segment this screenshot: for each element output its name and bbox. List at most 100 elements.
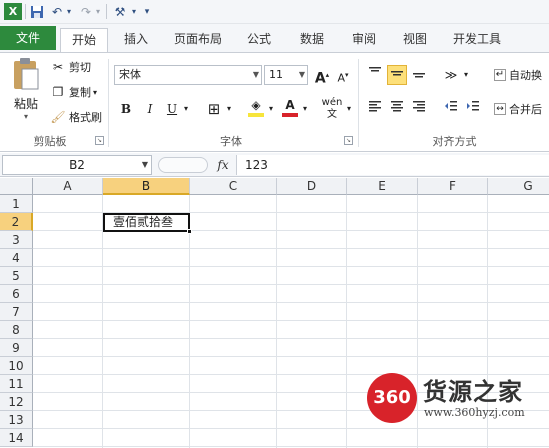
column-header-b[interactable]: B — [103, 178, 190, 195]
row-header-12[interactable]: 12 — [0, 393, 33, 411]
fill-color-dropdown-icon[interactable]: ▾ — [266, 99, 276, 119]
merge-center-button[interactable]: ↔ 合并后 — [494, 101, 542, 117]
row-header-2[interactable]: 2 — [0, 213, 33, 231]
name-box-value: B2 — [69, 158, 85, 172]
qat-separator — [25, 4, 26, 19]
paste-dropdown-icon[interactable]: ▾ — [24, 112, 28, 121]
row-header-13[interactable]: 13 — [0, 411, 33, 429]
align-left-icon[interactable] — [365, 99, 385, 119]
increase-indent-icon[interactable] — [463, 99, 483, 119]
font-color-button[interactable]: A — [280, 97, 300, 117]
column-header-d[interactable]: D — [277, 178, 347, 195]
qat-separator — [106, 4, 107, 19]
tools-icon[interactable]: ⚒ — [111, 3, 129, 20]
tab-developer[interactable]: 开发工具 — [446, 28, 508, 52]
font-color-icon: A — [285, 98, 295, 112]
chevron-down-icon: ▼ — [252, 70, 259, 79]
column-header-e[interactable]: E — [347, 178, 418, 195]
row-header-6[interactable]: 6 — [0, 285, 33, 303]
tab-file[interactable]: 文件 — [0, 26, 56, 50]
tab-view[interactable]: 视图 — [397, 28, 433, 52]
font-group-label: 字体 — [220, 135, 242, 148]
copy-button[interactable]: ❐ 复制 ▾ — [50, 84, 97, 100]
orientation-dropdown-icon[interactable]: ▾ — [461, 65, 471, 85]
undo-icon[interactable]: ↶ — [49, 3, 65, 20]
tab-insert[interactable]: 插入 — [118, 28, 154, 52]
decrease-indent-icon[interactable] — [441, 99, 461, 119]
italic-button[interactable]: I — [140, 99, 160, 119]
row-header-8[interactable]: 8 — [0, 321, 33, 339]
phonetic-guide-icon[interactable]: wén 文 — [320, 97, 344, 120]
phonetic-dropdown-icon[interactable]: ▾ — [344, 99, 354, 119]
font-size-combo[interactable]: 11 ▼ — [264, 65, 308, 85]
row-header-14[interactable]: 14 — [0, 429, 33, 447]
scissors-icon: ✂ — [52, 60, 64, 74]
paint-bucket-icon: ◈ — [251, 98, 261, 112]
row-header-3[interactable]: 3 — [0, 231, 33, 249]
row-header-4[interactable]: 4 — [0, 249, 33, 267]
align-right-icon[interactable] — [409, 99, 429, 119]
align-center-icon[interactable] — [387, 99, 407, 119]
wrap-text-button[interactable]: ↵ 自动换 — [494, 67, 542, 83]
column-header-c[interactable]: C — [190, 178, 277, 195]
column-header-g[interactable]: G — [488, 178, 549, 195]
undo-dropdown-icon[interactable]: ▾ — [65, 3, 73, 20]
fill-color-button[interactable]: ◈ — [246, 97, 266, 117]
customize-qat-icon[interactable]: ▾ — [142, 3, 152, 20]
redo-icon[interactable]: ↷ — [78, 3, 94, 20]
grow-font-button[interactable]: A▴ — [312, 65, 332, 87]
paste-label: 粘贴 — [13, 97, 38, 111]
orientation-icon[interactable]: ≫ — [441, 65, 461, 85]
cut-button[interactable]: ✂ 剪切 — [50, 59, 91, 75]
grid-row-line — [33, 284, 549, 285]
name-box[interactable]: B2 ▼ — [2, 155, 152, 175]
underline-button[interactable]: U — [162, 99, 182, 119]
watermark-logo: 360 货源之家 www.360hyzj.com — [367, 370, 549, 425]
insert-function-icon[interactable]: fx — [212, 155, 234, 175]
merge-center-label: 合并后 — [509, 103, 542, 116]
copy-dropdown-icon[interactable]: ▾ — [93, 88, 97, 97]
bold-button[interactable]: B — [116, 99, 136, 119]
select-all-corner[interactable] — [0, 178, 33, 195]
tab-home[interactable]: 开始 — [60, 28, 108, 53]
tab-formulas[interactable]: 公式 — [241, 28, 277, 52]
360-badge: 360 — [367, 373, 417, 423]
shrink-font-button[interactable]: A▾ — [333, 65, 353, 85]
tab-data[interactable]: 数据 — [294, 28, 330, 52]
row-header-11[interactable]: 11 — [0, 375, 33, 393]
row-header-5[interactable]: 5 — [0, 267, 33, 285]
paste-button[interactable]: 粘贴 ▾ — [6, 57, 46, 129]
save-icon[interactable] — [29, 3, 45, 20]
grid-row-line — [33, 320, 549, 321]
active-cell-b2[interactable]: 壹佰贰拾叁 — [103, 213, 190, 232]
borders-dropdown-icon[interactable]: ▾ — [224, 99, 234, 119]
merge-cells-icon: ↔ — [494, 103, 506, 115]
paste-icon — [14, 58, 39, 90]
column-header-a[interactable]: A — [33, 178, 103, 195]
align-bottom-icon[interactable] — [409, 65, 429, 85]
row-header-1[interactable]: 1 — [0, 195, 33, 213]
format-painter-button[interactable]: 🖌 格式刷 — [50, 109, 102, 125]
align-middle-icon[interactable] — [387, 65, 407, 85]
row-header-7[interactable]: 7 — [0, 303, 33, 321]
underline-dropdown-icon[interactable]: ▾ — [181, 99, 191, 119]
fill-handle[interactable] — [187, 229, 192, 234]
font-color-dropdown-icon[interactable]: ▾ — [300, 99, 310, 119]
align-top-icon[interactable] — [365, 65, 385, 85]
borders-icon[interactable]: ⊞ — [204, 99, 224, 119]
font-name-combo[interactable]: 宋体 ▼ — [114, 65, 262, 85]
tab-review[interactable]: 审阅 — [346, 28, 382, 52]
formula-bar-splitter[interactable] — [158, 157, 208, 173]
row-header-9[interactable]: 9 — [0, 339, 33, 357]
clipboard-launcher-icon[interactable]: ↘ — [95, 136, 104, 145]
tools-dropdown-icon[interactable]: ▾ — [130, 3, 138, 20]
formula-input[interactable]: 123 — [236, 155, 549, 175]
copy-label: 复制 — [69, 86, 91, 99]
column-header-f[interactable]: F — [418, 178, 488, 195]
wrap-text-label: 自动换 — [509, 69, 542, 82]
redo-dropdown-icon[interactable]: ▾ — [94, 3, 102, 20]
tab-page-layout[interactable]: 页面布局 — [167, 28, 229, 52]
font-launcher-icon[interactable]: ↘ — [344, 136, 353, 145]
font-name-value: 宋体 — [119, 68, 141, 81]
row-header-10[interactable]: 10 — [0, 357, 33, 375]
